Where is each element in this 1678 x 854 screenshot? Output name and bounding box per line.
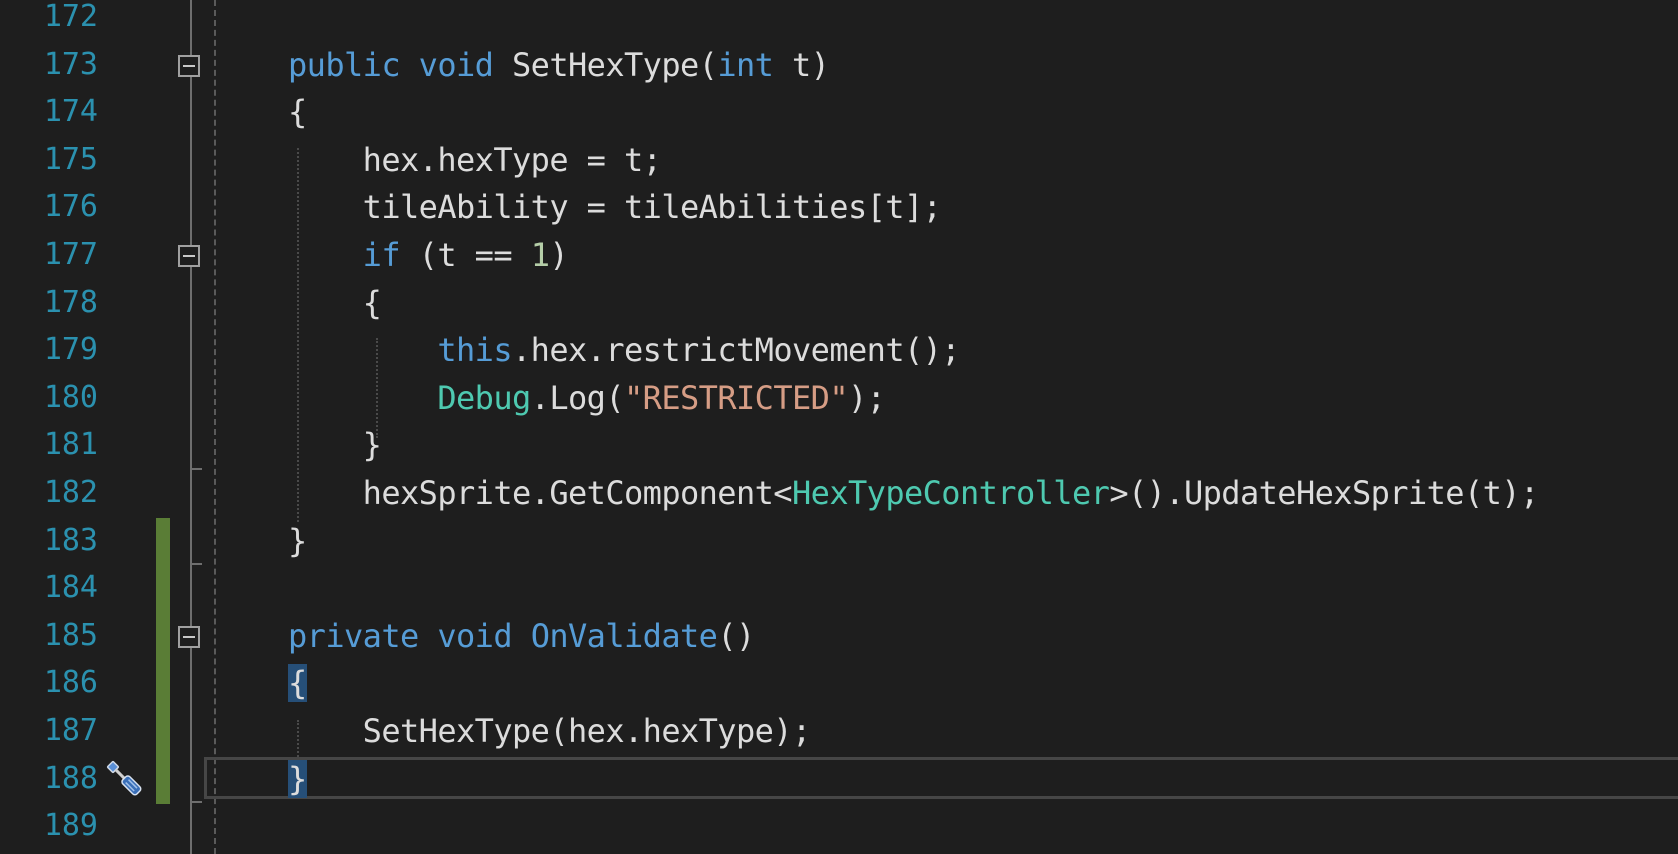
code-line[interactable]: 187 SetHexType(hex.hexType); xyxy=(0,707,1678,755)
code-token: { xyxy=(288,284,382,322)
line-number: 180 xyxy=(43,380,98,415)
code-token: void xyxy=(437,617,513,655)
code-line[interactable]: 182 hexSprite.GetComponent<HexTypeContro… xyxy=(0,469,1678,517)
code-token: >().UpdateHexSprite(t); xyxy=(1109,474,1539,512)
code-text[interactable]: hexSprite.GetComponent<HexTypeController… xyxy=(288,473,1540,513)
code-token: hexSprite.GetComponent< xyxy=(288,474,793,512)
code-token: int xyxy=(717,46,774,84)
code-token: { xyxy=(288,93,307,131)
line-number: 174 xyxy=(43,94,98,129)
code-text[interactable]: } xyxy=(288,759,307,799)
code-text[interactable]: Debug.Log("RESTRICTED"); xyxy=(288,378,886,418)
code-token: this xyxy=(437,331,512,369)
code-text[interactable]: tileAbility = tileAbilities[t]; xyxy=(288,187,942,227)
code-line[interactable]: 183} xyxy=(0,517,1678,565)
collapse-minus-icon[interactable] xyxy=(178,55,200,77)
collapse-minus-icon[interactable] xyxy=(178,245,200,267)
code-token: if xyxy=(362,236,401,274)
code-text[interactable]: SetHexType(hex.hexType); xyxy=(288,711,812,751)
code-token: SetHexType( xyxy=(493,46,718,84)
code-token: ); xyxy=(848,379,886,417)
code-token: .hex.restrictMovement(); xyxy=(512,331,961,369)
code-line[interactable]: 181 } xyxy=(0,421,1678,469)
code-line[interactable]: 174 { xyxy=(0,88,1678,136)
line-number: 179 xyxy=(43,332,98,367)
code-text[interactable]: } xyxy=(288,521,307,561)
code-line[interactable]: 185 private void OnValidate() xyxy=(0,612,1678,660)
code-line[interactable]: 175 hex.hexType = t; xyxy=(0,136,1678,184)
code-line-current[interactable]: 188} xyxy=(0,755,1678,803)
screwdriver-icon[interactable] xyxy=(102,756,148,802)
code-line[interactable]: 173 public void SetHexType(int t) xyxy=(0,41,1678,89)
line-number: 187 xyxy=(43,713,98,748)
code-token: void xyxy=(418,46,494,84)
line-number: 173 xyxy=(43,47,98,82)
code-text[interactable]: private void OnValidate() xyxy=(288,616,755,656)
code-text[interactable]: public void SetHexType(int t) xyxy=(288,45,830,85)
code-line[interactable]: 172 xyxy=(0,0,1678,41)
code-text[interactable]: if (t == 1) xyxy=(288,235,569,275)
line-number: 183 xyxy=(43,523,98,558)
line-number: 175 xyxy=(43,142,98,177)
code-token: .Log( xyxy=(530,379,625,417)
line-number: 172 xyxy=(43,0,98,34)
code-line[interactable]: 178 { xyxy=(0,279,1678,327)
code-token: HexTypeController xyxy=(791,474,1110,512)
line-number: 182 xyxy=(43,475,98,510)
code-token: OnValidate xyxy=(530,617,718,655)
code-text[interactable]: this.hex.restrictMovement(); xyxy=(288,330,960,370)
code-token: { xyxy=(288,664,307,702)
code-editor[interactable]: 172 173 public void SetHexType(int t) 174… xyxy=(0,0,1678,854)
code-token: SetHexType(hex.hexType); xyxy=(288,712,812,750)
line-number: 188 xyxy=(43,761,98,796)
code-token: "RESTRICTED" xyxy=(624,379,849,417)
collapse-minus-icon[interactable] xyxy=(178,626,200,648)
code-text[interactable]: { xyxy=(288,283,382,323)
code-token: } xyxy=(288,760,307,798)
code-token: () xyxy=(717,617,755,655)
code-token: ) xyxy=(549,236,569,274)
code-line[interactable]: 177 if (t == 1) xyxy=(0,231,1678,279)
code-token: 1 xyxy=(530,236,550,274)
line-number: 184 xyxy=(43,570,98,605)
code-text[interactable]: { xyxy=(288,663,307,703)
code-line[interactable]: 179 this.hex.restrictMovement(); xyxy=(0,326,1678,374)
code-token: private xyxy=(288,617,419,655)
line-number: 186 xyxy=(43,665,98,700)
code-token: Debug xyxy=(437,379,531,417)
line-number: 177 xyxy=(43,237,98,272)
code-token: (t == xyxy=(400,236,531,274)
line-number: 189 xyxy=(43,808,98,843)
line-number: 176 xyxy=(43,189,98,224)
code-token: hex.hexType = t; xyxy=(288,141,662,179)
code-token: tileAbility = tileAbilities[t]; xyxy=(288,188,942,226)
code-text[interactable]: hex.hexType = t; xyxy=(288,140,662,180)
code-token: } xyxy=(288,522,307,560)
code-line[interactable]: 189 xyxy=(0,802,1678,850)
code-token: public xyxy=(288,46,401,84)
code-token: t) xyxy=(773,46,830,84)
line-number: 181 xyxy=(43,427,98,462)
code-line[interactable]: 186 { xyxy=(0,659,1678,707)
code-line[interactable]: 180 Debug.Log("RESTRICTED"); xyxy=(0,374,1678,422)
code-line[interactable]: 184 xyxy=(0,564,1678,612)
code-token: } xyxy=(288,426,382,464)
code-text[interactable]: { xyxy=(288,92,307,132)
line-number: 185 xyxy=(43,618,98,653)
code-text[interactable]: } xyxy=(288,425,382,465)
line-number: 178 xyxy=(43,285,98,320)
code-line[interactable]: 176 tileAbility = tileAbilities[t]; xyxy=(0,183,1678,231)
